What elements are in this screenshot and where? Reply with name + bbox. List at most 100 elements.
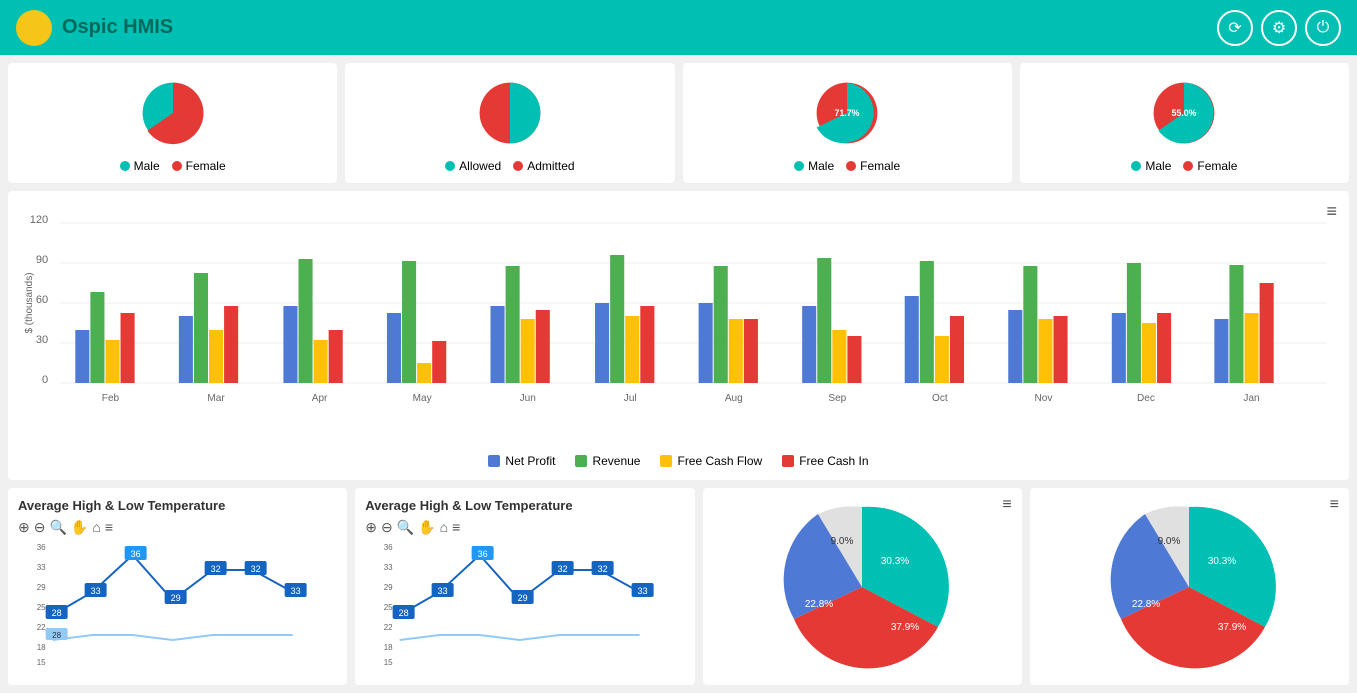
settings-button[interactable]: ⚙ — [1261, 10, 1297, 46]
svg-text:Oct: Oct — [932, 393, 948, 404]
svg-text:15: 15 — [384, 658, 393, 667]
svg-text:Jul: Jul — [624, 393, 637, 404]
svg-text:22: 22 — [37, 623, 46, 632]
svg-text:9.0%: 9.0% — [1158, 536, 1181, 547]
bottom-pie-2-menu[interactable]: ≡ — [1330, 496, 1339, 514]
male-dot-3 — [794, 161, 804, 171]
magnify-icon-1[interactable]: 🔍 — [49, 519, 66, 536]
svg-text:22.8%: 22.8% — [1132, 599, 1160, 610]
main-content: Male Female — [0, 55, 1357, 693]
chart-card-4: 55.0% Male Female — [1020, 63, 1349, 183]
svg-text:Sep: Sep — [828, 393, 846, 404]
bottom-pie-card-2: ≡ 30.3% 37.9% 22.8% 9.0% — [1030, 488, 1349, 685]
pie-chart-4: 55.0% — [1124, 73, 1244, 153]
pan-icon-2[interactable]: ✋ — [418, 519, 435, 536]
svg-text:25: 25 — [37, 603, 46, 612]
revenue-dot — [575, 455, 587, 467]
bar-chart-card: ≡ 120 90 60 30 0 $ (thousands) Feb — [8, 191, 1349, 480]
female-dot-4 — [1183, 161, 1193, 171]
header-actions: ⟳ ⚙ ⏻ — [1217, 10, 1341, 46]
legend-male-4: Male — [1131, 159, 1171, 173]
admitted-label: Admitted — [527, 159, 574, 173]
female-label-3: Female — [860, 159, 900, 173]
admitted-dot — [513, 161, 523, 171]
chart-4-legend: Male Female — [1131, 159, 1237, 173]
top-charts-row: Male Female — [8, 63, 1349, 183]
female-label: Female — [186, 159, 226, 173]
chart-card-1: Male Female — [8, 63, 337, 183]
pan-icon-1[interactable]: ✋ — [71, 519, 88, 536]
zoom-in-icon-1[interactable]: ⊕ — [18, 519, 30, 536]
svg-text:18: 18 — [384, 643, 393, 652]
svg-text:37.9%: 37.9% — [891, 622, 919, 633]
bar-chart-svg: 120 90 60 30 0 $ (thousands) Feb — [20, 203, 1337, 443]
svg-text:32: 32 — [211, 564, 221, 574]
chart-card-3: 71.7% Male Female — [683, 63, 1012, 183]
svg-text:9.0%: 9.0% — [831, 536, 854, 547]
legend-allowed: Allowed — [445, 159, 501, 173]
svg-text:Dec: Dec — [1137, 393, 1155, 404]
bottom-pie-1-menu[interactable]: ≡ — [1002, 496, 1011, 514]
male-label-4: Male — [1145, 159, 1171, 173]
legend-revenue: Revenue — [575, 454, 640, 468]
svg-text:May: May — [413, 393, 432, 404]
free-cash-flow-label: Free Cash Flow — [677, 454, 762, 468]
magnify-icon-2[interactable]: 🔍 — [397, 519, 414, 536]
svg-text:0: 0 — [42, 374, 48, 386]
svg-text:33: 33 — [384, 563, 393, 572]
svg-text:15: 15 — [37, 658, 46, 667]
svg-text:28: 28 — [399, 608, 409, 618]
chart-3-legend: Male Female — [794, 159, 900, 173]
menu-icon-1[interactable]: ≡ — [105, 519, 113, 536]
svg-text:Jan: Jan — [1243, 393, 1259, 404]
female-label-4: Female — [1197, 159, 1237, 173]
legend-male: Male — [120, 159, 160, 173]
svg-text:33: 33 — [91, 586, 101, 596]
bottom-row: Average High & Low Temperature ⊕ ⊖ 🔍 ✋ ⌂… — [8, 488, 1349, 685]
free-cash-flow-dot — [660, 455, 672, 467]
svg-text:30.3%: 30.3% — [1208, 556, 1236, 567]
temp-chart-2-title: Average High & Low Temperature — [365, 498, 684, 513]
svg-text:Jun: Jun — [520, 393, 536, 404]
pie-chart-2 — [450, 73, 570, 153]
female-dot — [172, 161, 182, 171]
svg-text:18: 18 — [37, 643, 46, 652]
refresh-button[interactable]: ⟳ — [1217, 10, 1253, 46]
zoom-in-icon-2[interactable]: ⊕ — [365, 519, 377, 536]
legend-free-cash-in: Free Cash In — [782, 454, 868, 468]
pie-chart-1 — [113, 73, 233, 153]
svg-text:36: 36 — [37, 543, 46, 552]
line-chart-controls-1: ⊕ ⊖ 🔍 ✋ ⌂ ≡ — [18, 519, 337, 536]
legend-free-cash-flow: Free Cash Flow — [660, 454, 762, 468]
svg-text:22.8%: 22.8% — [805, 599, 833, 610]
svg-text:Feb: Feb — [102, 393, 120, 404]
svg-text:29: 29 — [171, 593, 181, 603]
svg-text:36: 36 — [478, 549, 488, 559]
svg-text:33: 33 — [438, 586, 448, 596]
bar-chart-legend: Net Profit Revenue Free Cash Flow Free C… — [20, 454, 1337, 468]
svg-text:30.3%: 30.3% — [881, 556, 909, 567]
bottom-pie-svg-1: 30.3% 37.9% 22.8% 9.0% — [747, 492, 977, 682]
power-button[interactable]: ⏻ — [1305, 10, 1341, 46]
allowed-label: Allowed — [459, 159, 501, 173]
svg-text:60: 60 — [36, 294, 48, 306]
svg-text:32: 32 — [598, 564, 608, 574]
svg-text:33: 33 — [291, 586, 301, 596]
chart-2-legend: Allowed Admitted — [445, 159, 574, 173]
net-profit-dot — [488, 455, 500, 467]
legend-male-3: Male — [794, 159, 834, 173]
svg-text:Mar: Mar — [207, 393, 225, 404]
bottom-pie-svg-2: 30.3% 37.9% 22.8% 9.0% — [1089, 492, 1289, 682]
svg-text:71.7%: 71.7% — [835, 108, 860, 118]
menu-icon-2[interactable]: ≡ — [452, 519, 460, 536]
home-icon-1[interactable]: ⌂ — [92, 519, 100, 536]
svg-text:29: 29 — [37, 583, 46, 592]
home-icon-2[interactable]: ⌂ — [440, 519, 448, 536]
zoom-out-icon-1[interactable]: ⊖ — [34, 519, 46, 536]
svg-text:120: 120 — [30, 214, 48, 226]
bar-chart-menu-icon[interactable]: ≡ — [1326, 201, 1337, 222]
male-label-3: Male — [808, 159, 834, 173]
svg-text:$ (thousands): $ (thousands) — [24, 272, 35, 333]
zoom-out-icon-2[interactable]: ⊖ — [381, 519, 393, 536]
legend-female-4: Female — [1183, 159, 1237, 173]
